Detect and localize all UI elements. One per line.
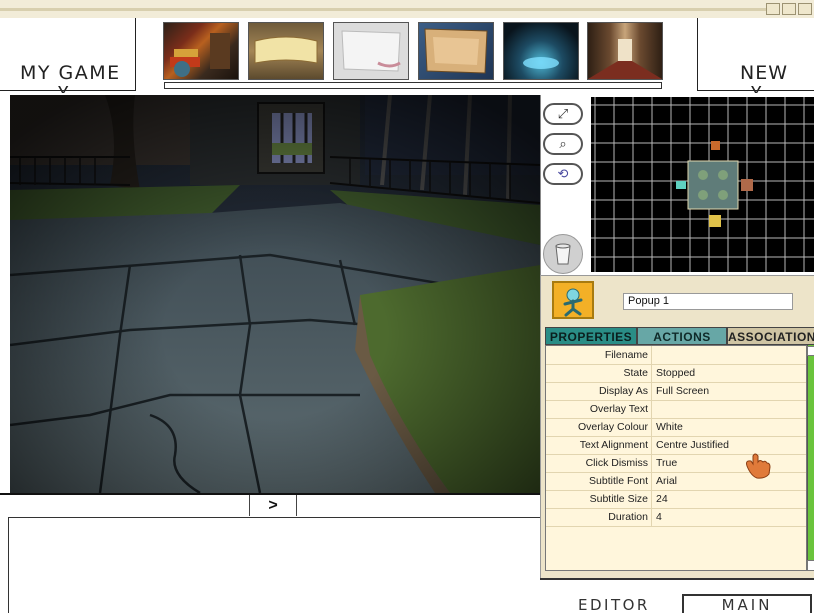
old-map-thumbnail[interactable] bbox=[418, 22, 494, 80]
maximize-button[interactable] bbox=[782, 3, 796, 15]
parchment-banner-thumbnail[interactable] bbox=[248, 22, 324, 80]
object-name-field[interactable]: Popup 1 bbox=[623, 293, 793, 310]
trash-icon[interactable] bbox=[543, 234, 583, 274]
header-bar: MY GAME v NEW v bbox=[0, 18, 814, 96]
scroll-down-button[interactable] bbox=[807, 560, 814, 571]
property-row-overlay-text[interactable]: Overlay Text bbox=[546, 400, 806, 419]
property-row-state[interactable]: State Stopped bbox=[546, 364, 806, 383]
scroll-up-button[interactable] bbox=[807, 346, 814, 356]
magnify-icon[interactable]: ⌕ bbox=[543, 133, 583, 155]
library-room-thumbnail[interactable] bbox=[163, 22, 239, 80]
popup-figure-icon[interactable] bbox=[552, 281, 594, 319]
property-row-overlay-colour[interactable]: Overlay Colour White bbox=[546, 418, 806, 437]
editor-button[interactable]: EDITOR bbox=[578, 596, 650, 614]
property-row-filename[interactable]: Filename bbox=[546, 346, 806, 365]
rotate-icon[interactable]: ⟲ bbox=[543, 163, 583, 185]
chevron-down-icon[interactable]: v bbox=[751, 81, 761, 96]
tab-properties[interactable]: PROPERTIES bbox=[545, 327, 637, 345]
scene-viewport[interactable] bbox=[10, 95, 540, 493]
game-menu-button[interactable]: MY GAME bbox=[20, 62, 121, 84]
new-menu-button[interactable]: NEW bbox=[740, 62, 788, 84]
tab-associations[interactable]: ASSOCIATIONS bbox=[727, 327, 814, 345]
main-button[interactable]: MAIN bbox=[682, 594, 812, 614]
corridor-thumbnail[interactable] bbox=[587, 22, 663, 80]
minimize-button[interactable] bbox=[766, 3, 780, 15]
property-row-duration[interactable]: Duration 4 bbox=[546, 508, 806, 527]
hand-cursor-icon bbox=[743, 452, 773, 485]
property-scrollbar[interactable] bbox=[807, 345, 814, 571]
thumbnail-scrollbar[interactable] bbox=[164, 82, 662, 89]
property-row-subtitle-size[interactable]: Subtitle Size 24 bbox=[546, 490, 806, 509]
play-button[interactable]: > bbox=[249, 495, 297, 516]
portal-room-thumbnail[interactable] bbox=[503, 22, 579, 80]
close-button[interactable] bbox=[798, 3, 812, 15]
white-scroll-thumbnail[interactable] bbox=[333, 22, 409, 80]
property-row-display-as[interactable]: Display As Full Screen bbox=[546, 382, 806, 401]
level-map[interactable] bbox=[591, 97, 814, 272]
resize-icon[interactable]: ⤢ bbox=[543, 103, 583, 125]
chevron-down-icon[interactable]: v bbox=[58, 81, 68, 96]
tab-actions[interactable]: ACTIONS bbox=[637, 327, 727, 345]
title-bar bbox=[0, 0, 814, 19]
